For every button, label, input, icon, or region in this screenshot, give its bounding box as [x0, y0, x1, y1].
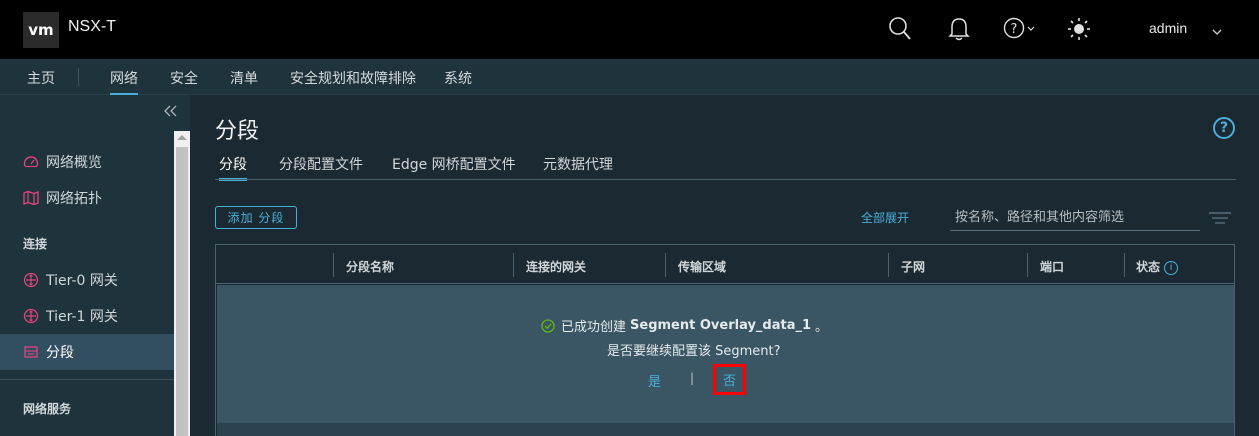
nav-security[interactable]: 安全	[170, 68, 198, 88]
gateway-icon	[23, 272, 39, 288]
tabs-divider	[215, 179, 1236, 180]
column-status-label: 状态	[1136, 260, 1161, 274]
column-ports[interactable]: 端口	[1040, 258, 1064, 275]
sidebar-section-network-services: 网络服务	[23, 402, 72, 416]
nav-home[interactable]: 主页	[27, 68, 55, 88]
success-suffix: 。	[815, 320, 829, 335]
help-icon[interactable]: ?	[1003, 16, 1037, 46]
column-transport-zone[interactable]: 传输区域	[678, 258, 726, 275]
success-prefix: 已成功创建	[561, 320, 627, 335]
nav-plan-troubleshoot[interactable]: 安全规划和故障排除	[290, 68, 416, 88]
chevron-down-icon[interactable]	[1212, 22, 1222, 41]
user-menu[interactable]: admin	[1149, 20, 1187, 36]
column-status[interactable]: 状态 i	[1136, 258, 1179, 275]
segment-name: Segment Overlay_data_1	[630, 318, 812, 333]
option-separator: |	[690, 371, 695, 385]
column-divider	[333, 253, 334, 277]
filter-icon[interactable]	[1209, 210, 1231, 229]
theme-sun-icon[interactable]	[1067, 16, 1091, 46]
sidebar-item-label: 网络拓扑	[46, 191, 102, 207]
success-check-icon	[541, 318, 555, 333]
no-button[interactable]: 否	[713, 364, 746, 395]
add-segment-button[interactable]: 添加 分段	[215, 206, 297, 229]
app-name: NSX-T	[68, 18, 116, 35]
page-title: 分段	[215, 119, 260, 144]
scroll-up-icon[interactable]	[177, 135, 187, 140]
yes-button[interactable]: 是	[648, 371, 661, 390]
sidebar-item-tier1-gateway[interactable]: Tier-1 网关	[0, 298, 174, 334]
svg-text:?: ?	[1011, 22, 1018, 37]
help-icon[interactable]: ?	[1213, 117, 1235, 139]
sidebar-item-network-overview[interactable]: 网络概览	[0, 144, 174, 180]
sidebar-divider	[0, 379, 174, 380]
top-header: vm NSX-T ? admin	[0, 0, 1259, 59]
main-nav: 主页 网络 安全 清单 安全规划和故障排除 系统	[0, 59, 1259, 96]
nav-system[interactable]: 系统	[444, 68, 472, 88]
collapse-sidebar-icon[interactable]	[164, 105, 178, 121]
column-subnets[interactable]: 子网	[901, 258, 925, 275]
column-divider	[665, 253, 666, 277]
sidebar-scroll-thumb[interactable]	[176, 147, 188, 436]
sidebar-item-tier0-gateway[interactable]: Tier-0 网关	[0, 262, 174, 298]
nav-inventory[interactable]: 清单	[230, 68, 258, 88]
column-divider	[1124, 253, 1125, 277]
sidebar-item-label: 网络概览	[46, 155, 102, 171]
dashboard-icon	[23, 154, 39, 170]
tab-metadata-proxy[interactable]: 元数据代理	[543, 154, 613, 174]
sidebar-item-label: 分段	[46, 345, 74, 361]
column-connected-gateway[interactable]: 连接的网关	[526, 258, 586, 275]
tab-segment-profiles[interactable]: 分段配置文件	[279, 154, 363, 174]
map-icon	[23, 190, 39, 206]
filter-input[interactable]	[950, 205, 1200, 231]
sidebar-item-segments[interactable]: 分段	[0, 334, 174, 370]
nav-divider	[78, 68, 79, 86]
table-header: 分段名称 连接的网关 传输区域 子网 端口 状态 i	[216, 245, 1234, 284]
vmware-logo: vm	[23, 12, 59, 48]
column-divider	[1027, 253, 1028, 277]
success-message: 已成功创建 Segment Overlay_data_1 。	[541, 316, 828, 335]
sidebar-item-label: Tier-1 网关	[46, 309, 118, 325]
sidebar-section-connect: 连接	[23, 237, 48, 251]
column-segment-name[interactable]: 分段名称	[346, 258, 394, 275]
segment-created-banner: 已成功创建 Segment Overlay_data_1 。 是否要继续配置该 …	[217, 285, 1234, 423]
search-icon[interactable]	[888, 16, 912, 46]
nav-networking[interactable]: 网络	[110, 68, 138, 96]
bell-icon[interactable]	[948, 16, 970, 46]
sidebar: 网络概览 网络拓扑 连接 Tier-0 网关 Tier-1 网关 分段 网络服务	[0, 95, 190, 436]
tab-segments[interactable]: 分段	[219, 154, 247, 181]
column-divider	[513, 253, 514, 277]
column-divider	[888, 253, 889, 277]
continue-config-question: 是否要继续配置该 Segment?	[607, 344, 781, 359]
table-footer-strip	[217, 423, 1234, 436]
gateway-icon	[23, 308, 39, 324]
segment-icon	[23, 344, 39, 360]
info-icon[interactable]: i	[1164, 260, 1179, 275]
sidebar-item-network-topology[interactable]: 网络拓扑	[0, 180, 174, 216]
expand-all-link[interactable]: 全部展开	[861, 209, 909, 226]
sidebar-item-label: Tier-0 网关	[46, 273, 118, 289]
tab-edge-bridge-profiles[interactable]: Edge 网桥配置文件	[392, 154, 516, 174]
segments-table: 分段名称 连接的网关 传输区域 子网 端口 状态 i 已成功创建 Segment …	[215, 244, 1235, 436]
